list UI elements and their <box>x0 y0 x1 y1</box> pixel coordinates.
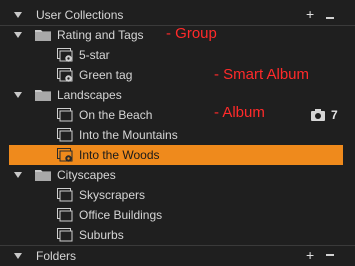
disclosure-triangle-icon[interactable] <box>14 172 22 178</box>
annotation-smart-album: - Smart Album <box>214 66 310 83</box>
group-landscapes[interactable]: Landscapes <box>0 85 355 105</box>
album-skyscrapers[interactable]: Skyscrapers <box>0 185 355 205</box>
smart-album-5-star[interactable]: 5-star <box>0 45 355 65</box>
disclosure-triangle-icon[interactable] <box>14 12 22 18</box>
album-on-the-beach[interactable]: On the Beach 7 <box>0 105 355 125</box>
disclosure-triangle-icon[interactable] <box>14 253 22 259</box>
disclosure-triangle-icon[interactable] <box>14 32 22 38</box>
album-icon <box>57 208 73 222</box>
collapse-button[interactable] <box>326 17 334 19</box>
add-collection-button[interactable]: + <box>306 7 314 21</box>
album-icon <box>57 128 73 142</box>
album-label: Into the Woods <box>79 148 160 162</box>
album-label: Suburbs <box>79 228 124 242</box>
album-label: Into the Mountains <box>79 128 178 142</box>
annotation-group: - Group <box>166 25 217 42</box>
album-label: Green tag <box>79 68 133 82</box>
album-suburbs[interactable]: Suburbs <box>0 225 355 245</box>
album-label: 5-star <box>79 48 110 62</box>
smart-album-into-the-woods-selected[interactable]: Into the Woods <box>9 145 343 165</box>
smart-album-icon <box>57 68 73 82</box>
annotation-album: - Album <box>214 104 265 121</box>
group-label: Cityscapes <box>57 168 116 182</box>
collections-panel: User Collections + Rating and Tags 5-sta… <box>0 0 355 263</box>
album-office-buildings[interactable]: Office Buildings <box>0 205 355 225</box>
user-collections-header[interactable]: User Collections + <box>0 5 355 25</box>
smart-album-icon <box>57 48 73 62</box>
group-label: Rating and Tags <box>57 28 144 42</box>
album-label: On the Beach <box>79 108 153 122</box>
album-icon <box>57 108 73 122</box>
section-title: User Collections <box>36 8 124 22</box>
group-cityscapes[interactable]: Cityscapes <box>0 165 355 185</box>
album-into-the-mountains[interactable]: Into the Mountains <box>0 125 355 145</box>
folder-icon <box>35 170 51 181</box>
folder-icon <box>35 30 51 41</box>
disclosure-triangle-icon[interactable] <box>14 92 22 98</box>
smart-album-icon <box>57 148 73 162</box>
collapse-button[interactable] <box>326 254 334 256</box>
camera-icon <box>311 109 325 121</box>
group-label: Landscapes <box>57 88 122 102</box>
album-label: Office Buildings <box>79 208 163 222</box>
photo-count: 7 <box>331 108 338 122</box>
section-title: Folders <box>36 249 77 263</box>
folder-icon <box>35 90 51 101</box>
album-label: Skyscrapers <box>79 188 146 202</box>
folders-header[interactable]: Folders + <box>0 246 355 266</box>
album-icon <box>57 228 73 242</box>
album-icon <box>57 188 73 202</box>
